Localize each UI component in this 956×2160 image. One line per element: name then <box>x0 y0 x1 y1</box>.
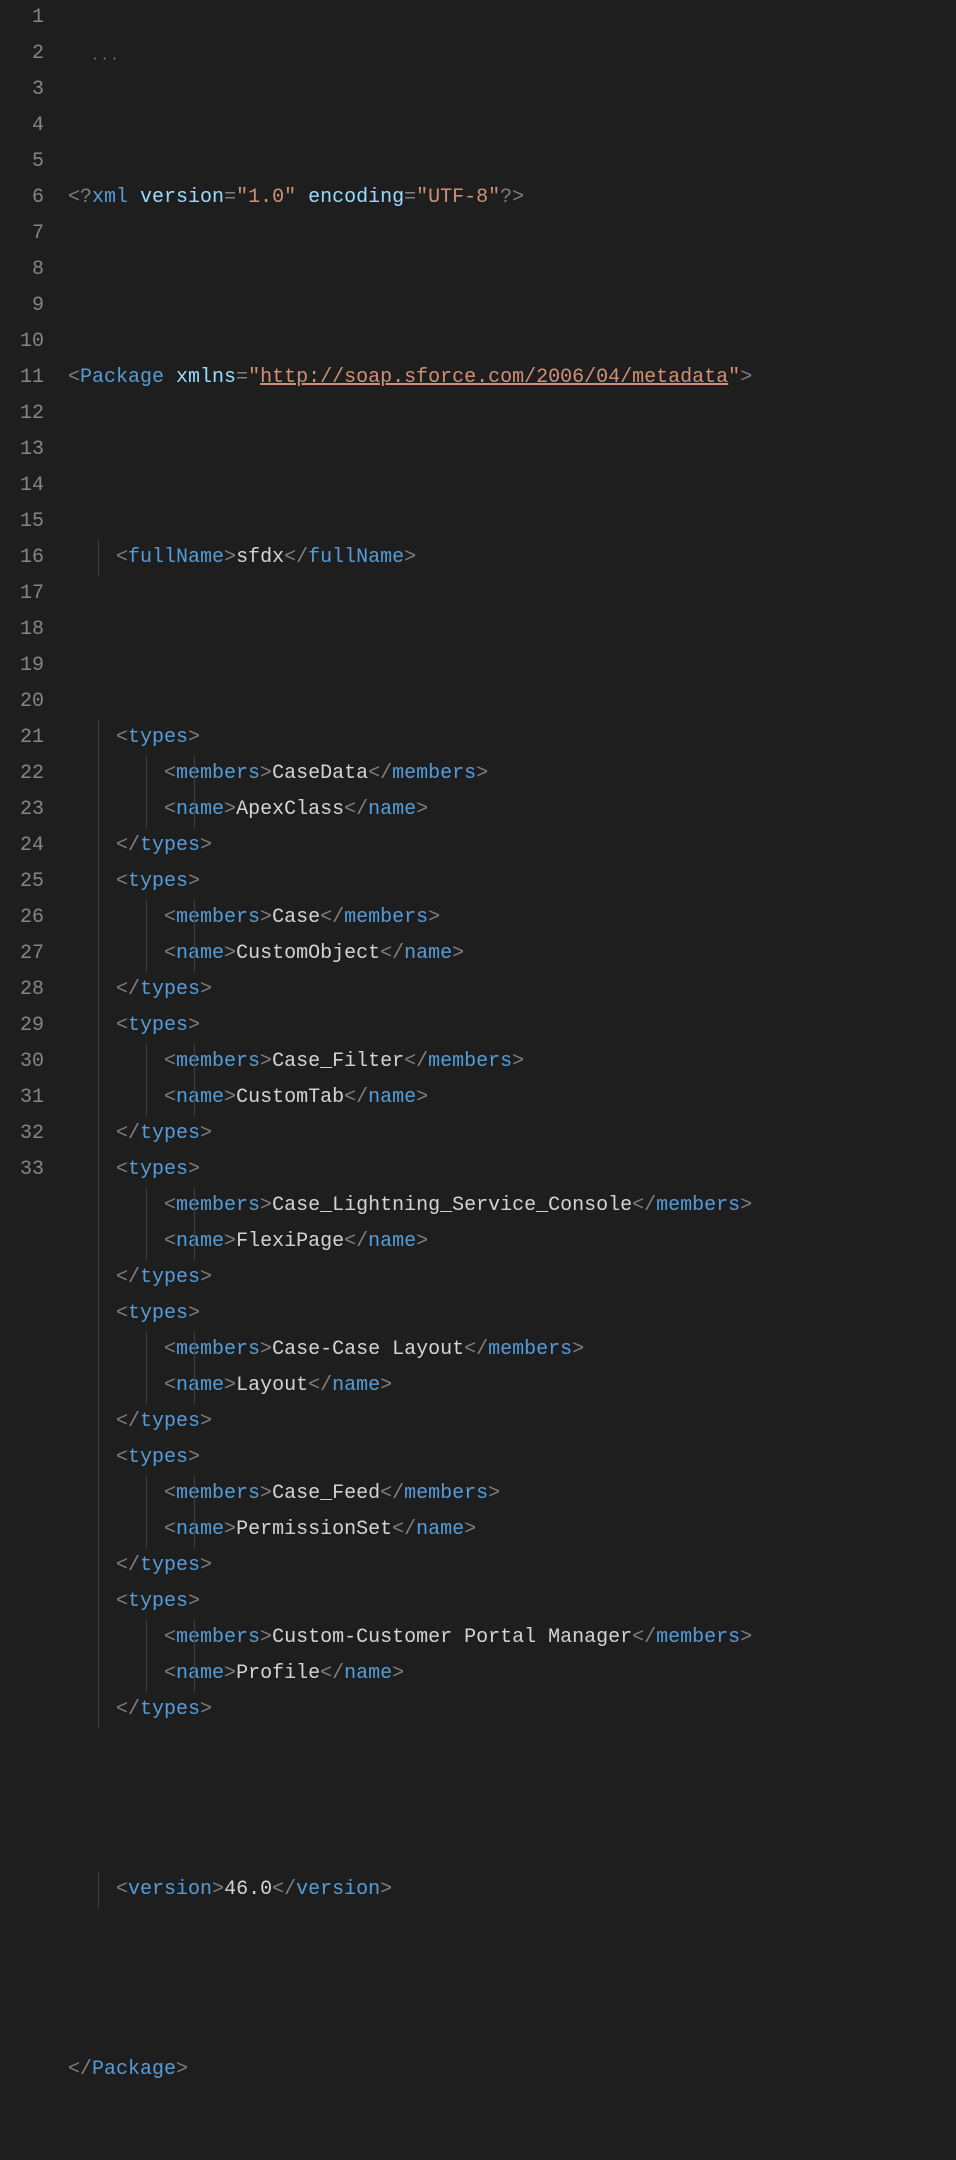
code-line: <members>CaseData</members> <box>68 756 956 792</box>
code-line: <types> <box>68 1440 956 1476</box>
line-number: 18 <box>0 612 44 648</box>
line-number: 17 <box>0 576 44 612</box>
code-line: <types> <box>68 864 956 900</box>
code-line: </types> <box>68 1116 956 1152</box>
line-number: 2 <box>0 36 44 72</box>
code-line: <types> <box>68 720 956 756</box>
line-number: 26 <box>0 900 44 936</box>
line-number: 21 <box>0 720 44 756</box>
code-line: <name>Layout</name> <box>68 1368 956 1404</box>
code-line: <version>46.0</version> <box>68 1872 956 1908</box>
line-number: 6 <box>0 180 44 216</box>
code-line: </types> <box>68 828 956 864</box>
code-line: <name>FlexiPage</name> <box>68 1224 956 1260</box>
code-line: <types> <box>68 1584 956 1620</box>
line-number: 15 <box>0 504 44 540</box>
code-content[interactable]: ··· <?xml version="1.0" encoding="UTF-8"… <box>68 0 956 1190</box>
code-line: <?xml version="1.0" encoding="UTF-8"?> <box>68 180 956 216</box>
line-number: 9 <box>0 288 44 324</box>
line-number: 10 <box>0 324 44 360</box>
code-line: <members>Case_Filter</members> <box>68 1044 956 1080</box>
code-line: </types> <box>68 1260 956 1296</box>
line-number: 33 <box>0 1152 44 1188</box>
code-line: </types> <box>68 1404 956 1440</box>
line-number: 32 <box>0 1116 44 1152</box>
code-line: </types> <box>68 1548 956 1584</box>
code-line: </types> <box>68 1692 956 1728</box>
code-line: <fullName>sfdx</fullName> <box>68 540 956 576</box>
line-number: 23 <box>0 792 44 828</box>
line-number: 4 <box>0 108 44 144</box>
line-number: 14 <box>0 468 44 504</box>
code-line: <members>Case</members> <box>68 900 956 936</box>
line-number: 3 <box>0 72 44 108</box>
code-line: <types> <box>68 1152 956 1188</box>
line-number: 31 <box>0 1080 44 1116</box>
line-number: 27 <box>0 936 44 972</box>
line-number: 22 <box>0 756 44 792</box>
code-line: </types> <box>68 972 956 1008</box>
line-number: 8 <box>0 252 44 288</box>
line-number: 16 <box>0 540 44 576</box>
line-number: 28 <box>0 972 44 1008</box>
line-number: 29 <box>0 1008 44 1044</box>
code-line: <name>Profile</name> <box>68 1656 956 1692</box>
line-number: 13 <box>0 432 44 468</box>
code-line: <name>CustomObject</name> <box>68 936 956 972</box>
line-number: 25 <box>0 864 44 900</box>
code-line: <name>PermissionSet</name> <box>68 1512 956 1548</box>
code-line: <Package xmlns="http://soap.sforce.com/2… <box>68 360 956 396</box>
code-editor[interactable]: 1 2 3 4 5 6 7 8 9 10 11 12 13 14 15 16 1… <box>0 0 956 1190</box>
code-line: <name>ApexClass</name> <box>68 792 956 828</box>
line-number: 24 <box>0 828 44 864</box>
code-line: </Package> <box>68 2052 956 2088</box>
line-number: 30 <box>0 1044 44 1080</box>
fold-indicator-icon[interactable]: ··· <box>91 55 120 63</box>
line-number: 11 <box>0 360 44 396</box>
line-number: 20 <box>0 684 44 720</box>
code-line: <members>Case_Lightning_Service_Console<… <box>68 1188 956 1224</box>
line-number: 1 <box>0 0 44 36</box>
line-number: 19 <box>0 648 44 684</box>
code-line: <types> <box>68 1296 956 1332</box>
code-line: <members>Case_Feed</members> <box>68 1476 956 1512</box>
code-line: <types> <box>68 1008 956 1044</box>
code-line: <name>CustomTab</name> <box>68 1080 956 1116</box>
line-number: 7 <box>0 216 44 252</box>
code-line: <members>Case-Case Layout</members> <box>68 1332 956 1368</box>
line-number-gutter: 1 2 3 4 5 6 7 8 9 10 11 12 13 14 15 16 1… <box>0 0 68 1190</box>
line-number: 5 <box>0 144 44 180</box>
code-line: <members>Custom-Customer Portal Manager<… <box>68 1620 956 1656</box>
line-number: 12 <box>0 396 44 432</box>
